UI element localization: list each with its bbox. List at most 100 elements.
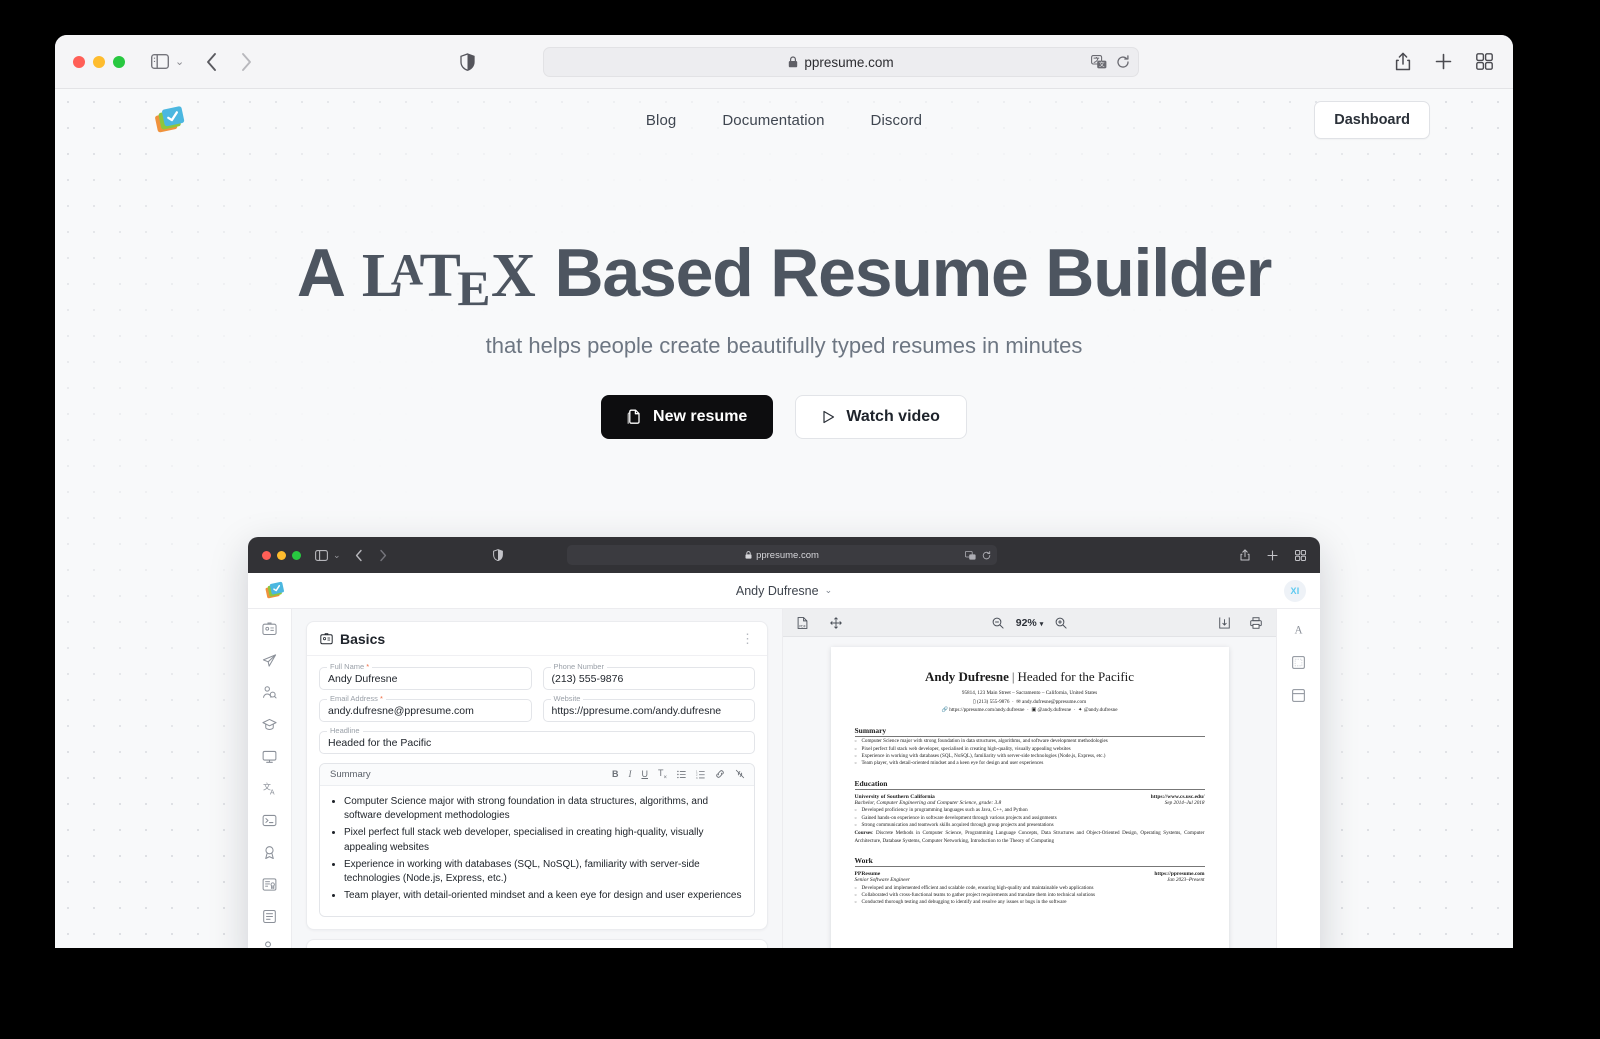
chevron-down-icon[interactable]: ⌄ <box>175 55 184 68</box>
references-person-add-icon[interactable] <box>262 941 277 948</box>
website-field[interactable]: Website https://ppresume.com/andy.dufres… <box>542 694 755 722</box>
browser-window: ⌄ ppresume.com 文 Blog Documentation Disc… <box>55 35 1513 948</box>
new-resume-button[interactable]: New resume <box>601 395 774 439</box>
kebab-menu-icon[interactable]: ⋮ <box>741 631 754 647</box>
pdf-zoom-controls: 92% ▾ <box>783 617 1276 629</box>
back-button[interactable] <box>206 52 218 72</box>
app-reload-icon[interactable] <box>982 550 991 560</box>
list-bullet-icon[interactable] <box>677 770 686 779</box>
phone-number-field[interactable]: Phone Number (213) 555-9876 <box>542 662 755 690</box>
resume-name: Andy Dufresne <box>924 669 1009 684</box>
full-name-value: Andy Dufresne <box>328 672 398 685</box>
nav-link-discord[interactable]: Discord <box>871 112 923 129</box>
app-forward-button[interactable] <box>379 549 387 562</box>
hero-subtitle: that helps people create beautifully typ… <box>485 333 1083 358</box>
app-address-bar-url: ppresume.com <box>756 549 819 561</box>
app-preview-screenshot: ⌄ ppresume.com Andy Dufresne ⌄ XI 文 A Ba… <box>248 537 1320 948</box>
app-translate-icon[interactable] <box>965 550 976 560</box>
zoom-in-icon[interactable] <box>1055 617 1067 629</box>
summary-label: Summary <box>330 769 371 780</box>
certificates-icon[interactable] <box>262 877 277 892</box>
app-sidebar-toggle-icon[interactable] <box>315 549 328 561</box>
app-address-bar[interactable]: ppresume.com <box>567 545 997 565</box>
app-minimize-window-button[interactable] <box>277 550 286 560</box>
bold-button[interactable]: B <box>612 769 619 779</box>
zoom-level-dropdown[interactable]: 92% ▾ <box>1016 617 1044 629</box>
basics-badge-icon[interactable] <box>262 621 277 636</box>
address-bar[interactable]: ppresume.com 文 <box>543 47 1139 77</box>
app-share-icon[interactable] <box>1240 549 1250 561</box>
download-icon[interactable] <box>1219 617 1230 629</box>
unlink-icon[interactable] <box>735 769 745 779</box>
document-title-dropdown[interactable]: Andy Dufresne ⌄ <box>248 584 1320 598</box>
full-name-field[interactable]: Full Name * Andy Dufresne <box>319 662 532 690</box>
list-ordered-icon[interactable]: 123 <box>696 770 705 779</box>
education-dates: Sep 2014–Jul 2018 <box>1164 799 1205 806</box>
skills-terminal-icon[interactable] <box>262 813 277 828</box>
share-icon[interactable] <box>1395 52 1411 71</box>
app-new-tab-icon[interactable] <box>1267 549 1278 561</box>
app-chevron-down-icon[interactable]: ⌄ <box>333 550 341 561</box>
location-paper-plane-icon[interactable] <box>262 653 277 668</box>
awards-medal-icon[interactable] <box>262 845 277 860</box>
education-graduation-cap-icon[interactable] <box>262 717 277 732</box>
list-item: Team player, with detail-oriented mindse… <box>344 889 744 903</box>
resume-contact-block: 95814, 123 Main Street – Sacramento – Ca… <box>855 689 1205 715</box>
next-section-card[interactable] <box>306 939 768 948</box>
phone-number-label: Phone Number <box>550 662 607 671</box>
minimize-window-button[interactable] <box>93 55 105 68</box>
clear-format-button[interactable]: T× <box>658 768 667 781</box>
basics-card-body: Full Name * Andy Dufresne Phone Number (… <box>307 656 767 929</box>
basics-card-header: Basics ⋮ <box>307 622 767 656</box>
app-back-button[interactable] <box>355 549 363 562</box>
italic-button[interactable]: I <box>628 769 631 779</box>
sidebar-toggle-icon[interactable] <box>151 54 169 69</box>
forward-button[interactable] <box>240 52 252 72</box>
maximize-window-button[interactable] <box>113 55 125 68</box>
link-icon[interactable] <box>715 769 725 779</box>
typography-letter-icon[interactable]: A <box>1292 623 1305 636</box>
app-close-window-button[interactable] <box>262 550 271 560</box>
reload-icon[interactable] <box>1116 55 1130 69</box>
languages-translate-icon[interactable]: 文A <box>262 781 277 796</box>
headline-value: Headed for the Pacific <box>328 736 432 749</box>
work-monitor-icon[interactable] <box>262 749 277 764</box>
lock-icon <box>788 56 798 68</box>
shield-icon[interactable] <box>460 52 475 71</box>
window-controls[interactable] <box>73 55 125 68</box>
print-icon[interactable] <box>1250 616 1262 629</box>
profiles-person-search-icon[interactable] <box>262 685 277 700</box>
layout-margin-icon[interactable] <box>1292 656 1305 669</box>
summary-content[interactable]: Computer Science major with strong found… <box>320 786 754 917</box>
user-avatar[interactable]: XI <box>1284 579 1306 602</box>
close-window-button[interactable] <box>73 55 85 68</box>
email-address-label: Email Address * <box>327 694 386 703</box>
page-settings-icon[interactable] <box>1292 689 1305 702</box>
headline-field[interactable]: Headline Headed for the Pacific <box>319 726 755 754</box>
resume-headline: Headed for the Pacific <box>1017 669 1135 684</box>
zoom-out-icon[interactable] <box>992 617 1004 629</box>
nav-link-documentation[interactable]: Documentation <box>722 112 824 129</box>
latex-x: X <box>490 242 536 310</box>
app-maximize-window-button[interactable] <box>292 550 301 560</box>
new-tab-icon[interactable] <box>1435 53 1452 70</box>
email-address-field[interactable]: Email Address * andy.dufresne@ppresume.c… <box>319 694 532 722</box>
resume-education-bullets: Developed proficiency in programming lan… <box>855 807 1205 829</box>
underline-button[interactable]: U <box>641 769 648 779</box>
editor-column: Basics ⋮ Full Name * Andy Dufresne Phone… <box>292 609 782 948</box>
nav-link-blog[interactable]: Blog <box>646 112 676 129</box>
tab-overview-icon[interactable] <box>1476 53 1493 70</box>
app-window-controls[interactable] <box>262 550 301 560</box>
list-item: Pixel perfect full stack web developer, … <box>344 826 744 854</box>
browser-toolbar: ⌄ ppresume.com 文 <box>55 35 1513 89</box>
watch-video-button[interactable]: Watch video <box>795 395 967 439</box>
app-shield-icon[interactable] <box>492 549 503 561</box>
resume-education-entry-sub: Bachelor, Computer Engineering and Compu… <box>855 800 1205 806</box>
publications-document-icon[interactable] <box>262 909 277 924</box>
phone-number-value: (213) 555-9876 <box>551 672 624 685</box>
app-tab-overview-icon[interactable] <box>1295 549 1306 561</box>
pdf-page-stage[interactable]: Andy Dufresne | Headed for the Pacific 958… <box>783 637 1276 948</box>
translate-icon[interactable]: 文 <box>1091 55 1107 69</box>
main-nav: Blog Documentation Discord <box>55 112 1513 129</box>
new-resume-label: New resume <box>653 408 748 425</box>
